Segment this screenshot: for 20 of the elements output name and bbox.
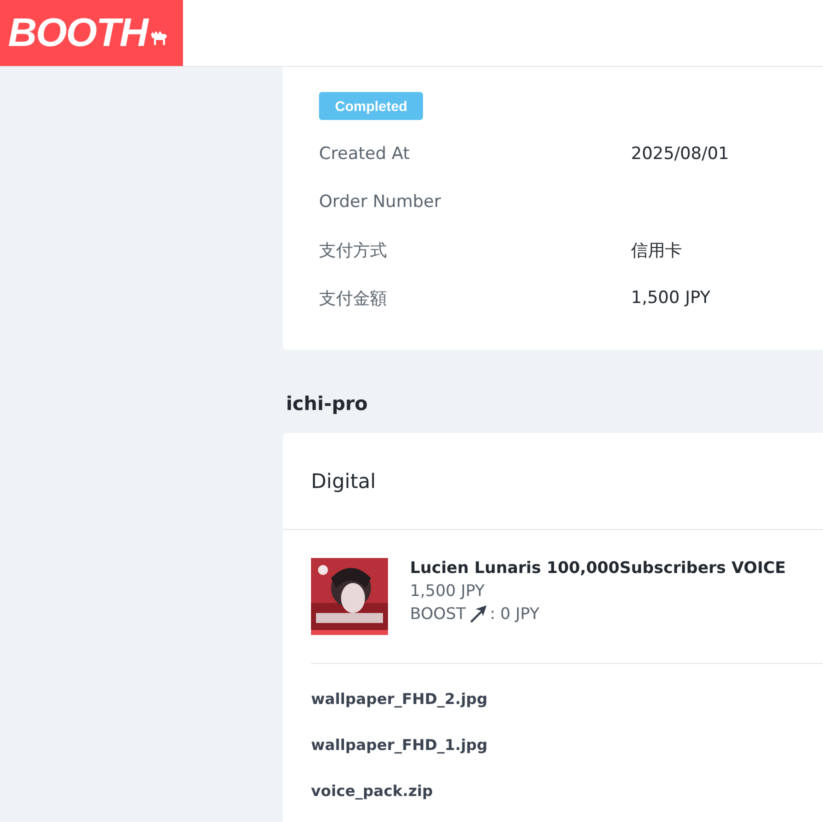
camel-icon: [150, 30, 168, 46]
boost-amount: : 0 JPY: [490, 604, 540, 623]
boost-label: BOOST: [410, 604, 466, 623]
file-link[interactable]: voice_pack.zip: [311, 782, 815, 800]
detail-label: Created At: [319, 144, 411, 164]
detail-label: Order Number: [319, 192, 442, 212]
arrow-icon: [468, 604, 487, 622]
logo-text: BOOTH: [8, 10, 148, 56]
product-title[interactable]: Lucien Lunaris 100,000Subscribers VOICE: [410, 558, 786, 577]
file-link[interactable]: wallpaper_FHD_1.jpg: [311, 736, 815, 754]
detail-value: 1,500 JPY: [631, 288, 710, 308]
file-link[interactable]: wallpaper_FHD_2.jpg: [311, 690, 815, 708]
detail-label: 支付方式: [319, 240, 388, 262]
detail-value: 信用卡: [631, 240, 682, 262]
detail-value: 2025/08/01: [631, 144, 729, 164]
shop-name: ichi-pro: [286, 393, 369, 415]
status-badge: Completed: [319, 92, 424, 120]
product-price: 1,500 JPY: [410, 581, 486, 600]
detail-label: 支付金額: [319, 288, 388, 310]
section-title: Digital: [283, 433, 823, 530]
